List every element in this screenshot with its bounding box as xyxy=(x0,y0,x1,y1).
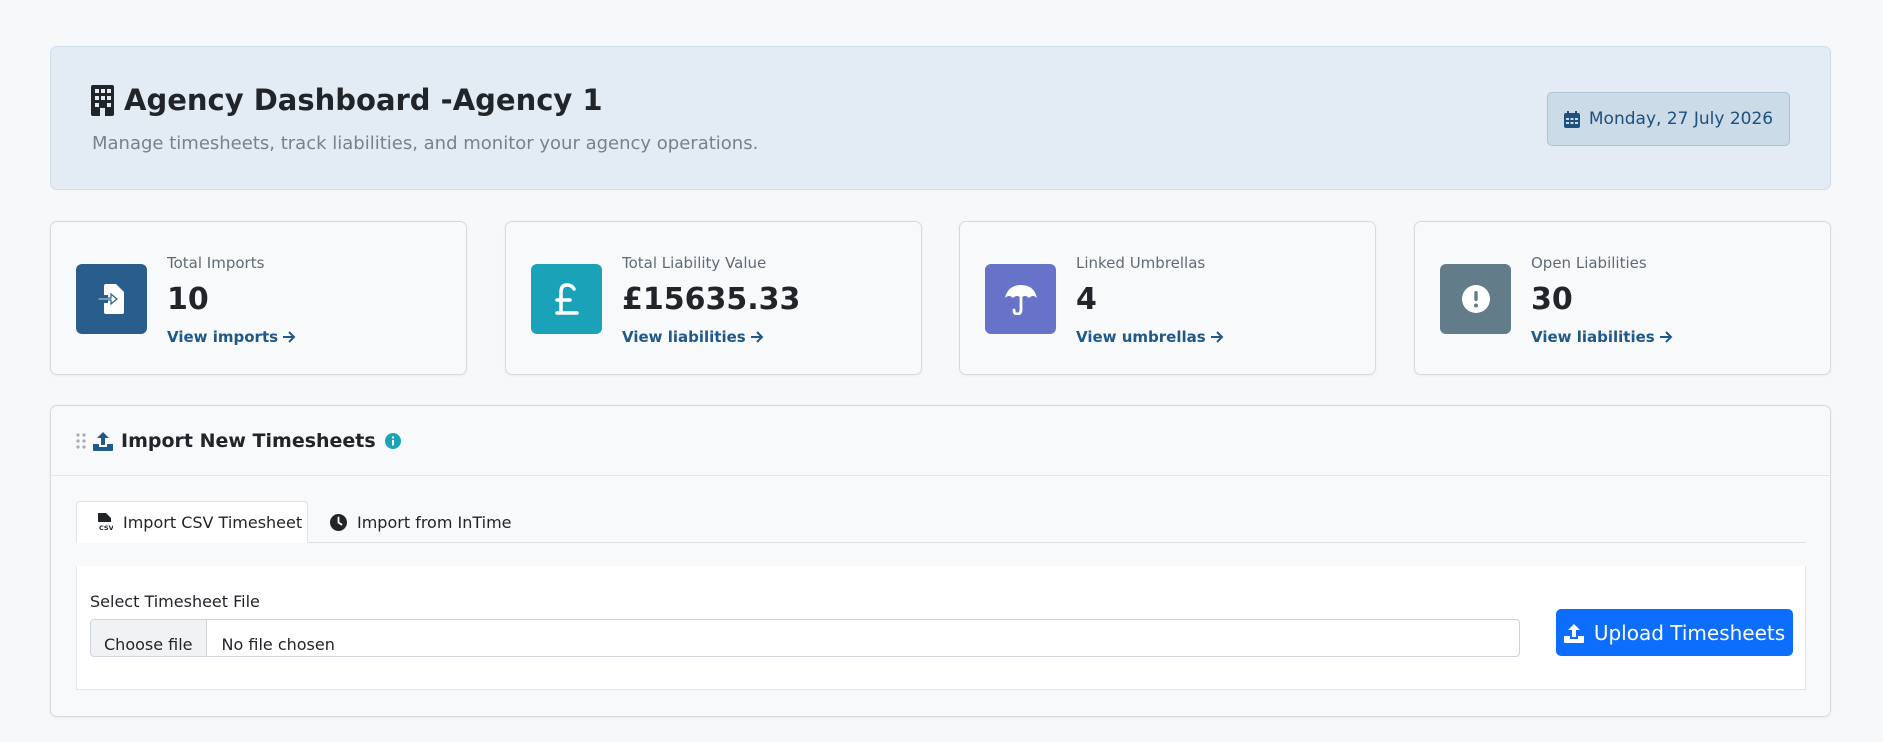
svg-text:CSV: CSV xyxy=(99,524,113,532)
import-tabs: CSV Import CSV Timesheet Import from InT… xyxy=(76,501,1806,543)
tab-label: Import from InTime xyxy=(357,512,512,532)
stat-card-link-text: View liabilities xyxy=(1531,328,1655,346)
view-liabilities-link[interactable]: View liabilities xyxy=(622,328,764,346)
upload-icon xyxy=(1563,623,1584,643)
tab-label: Import CSV Timesheet xyxy=(123,512,303,532)
arrow-right-icon xyxy=(1659,331,1673,343)
timesheet-file-input[interactable]: Choose file No file chosen xyxy=(90,619,1520,657)
stat-card-total-imports: Total Imports 10 View imports xyxy=(50,221,467,375)
arrow-right-icon xyxy=(750,331,764,343)
dashboard-header: Agency Dashboard -Agency 1 Manage timesh… xyxy=(50,46,1831,190)
page-subtitle: Manage timesheets, track liabilities, an… xyxy=(92,133,759,154)
stat-card-value: 30 xyxy=(1531,282,1573,317)
view-umbrellas-link[interactable]: View umbrellas xyxy=(1076,328,1224,346)
calendar-icon xyxy=(1563,110,1580,128)
page-title-text: Agency Dashboard -Agency 1 xyxy=(124,83,603,117)
info-icon[interactable] xyxy=(384,432,401,449)
view-open-liabilities-link[interactable]: View liabilities xyxy=(1531,328,1673,346)
stat-card-icon-box xyxy=(1440,264,1511,334)
stat-card-value: 10 xyxy=(167,282,209,317)
tab-import-csv[interactable]: CSV Import CSV Timesheet xyxy=(76,501,308,543)
tab-import-intime[interactable]: Import from InTime xyxy=(330,501,512,543)
arrow-right-icon xyxy=(283,331,296,343)
exclamation-circle-icon xyxy=(1461,285,1490,313)
pound-icon xyxy=(554,283,579,315)
stat-card-icon-box xyxy=(531,264,602,334)
stat-card-label: Total Liability Value xyxy=(622,254,767,272)
umbrella-icon xyxy=(1004,285,1037,315)
upload-icon xyxy=(93,431,113,451)
panel-header: Import New Timesheets xyxy=(51,406,1830,476)
date-badge: Monday, 27 July 2026 xyxy=(1547,92,1790,146)
date-text: Monday, 27 July 2026 xyxy=(1588,109,1774,129)
stat-card-icon-box xyxy=(76,264,147,334)
stat-card-value: £15635.33 xyxy=(622,282,801,317)
stat-card-link-text: View liabilities xyxy=(622,328,746,346)
page-title: Agency Dashboard -Agency 1 xyxy=(91,83,603,117)
stat-card-linked-umbrellas: Linked Umbrellas 4 View umbrellas xyxy=(959,221,1376,375)
file-import-icon xyxy=(97,284,124,314)
stat-card-open-liabilities: Open Liabilities 30 View liabilities xyxy=(1414,221,1831,375)
stat-card-value: 4 xyxy=(1076,282,1097,317)
drag-handle-icon[interactable] xyxy=(76,432,86,449)
file-csv-icon: CSV xyxy=(98,512,113,532)
panel-title: Import New Timesheets xyxy=(121,429,376,452)
building-icon xyxy=(91,84,114,116)
file-field-label: Select Timesheet File xyxy=(90,592,260,611)
choose-file-button[interactable]: Choose file xyxy=(91,620,207,656)
clock-icon xyxy=(330,513,347,531)
stat-card-link-text: View imports xyxy=(167,328,279,346)
stat-card-label: Total Imports xyxy=(167,254,265,272)
stat-card-total-liability: Total Liability Value £15635.33 View lia… xyxy=(505,221,922,375)
arrow-right-icon xyxy=(1210,331,1224,343)
import-timesheets-panel: Import New Timesheets CSV Import CSV Tim… xyxy=(50,405,1831,717)
file-status-text: No file chosen xyxy=(221,635,335,654)
upload-timesheets-button[interactable]: Upload Timesheets xyxy=(1556,609,1793,656)
stat-card-label: Linked Umbrellas xyxy=(1076,254,1206,272)
view-imports-link[interactable]: View imports xyxy=(167,328,296,346)
csv-import-form: Select Timesheet File Choose file No fil… xyxy=(76,566,1806,690)
stat-card-icon-box xyxy=(985,264,1056,334)
upload-button-label: Upload Timesheets xyxy=(1593,620,1786,645)
stat-card-link-text: View umbrellas xyxy=(1076,328,1206,346)
stat-card-label: Open Liabilities xyxy=(1531,254,1647,272)
